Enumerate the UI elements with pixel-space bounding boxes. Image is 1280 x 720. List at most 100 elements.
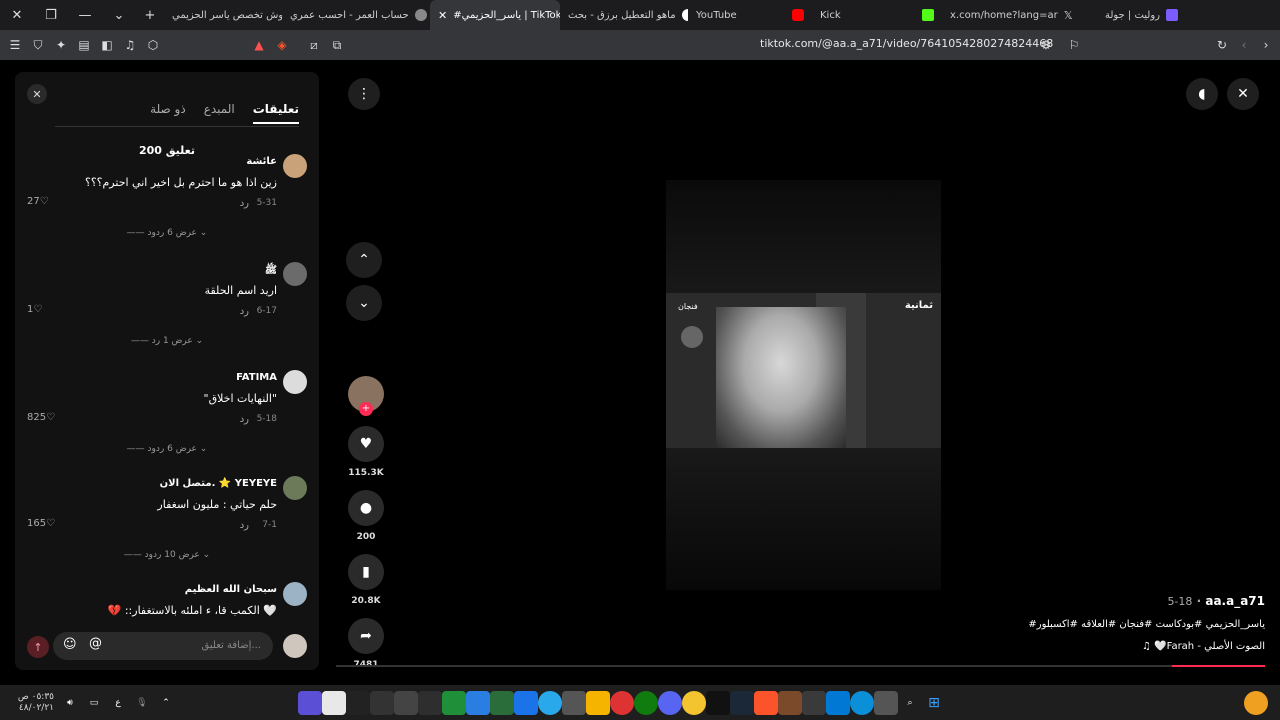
amd-icon[interactable]: [346, 690, 370, 715]
edge-icon[interactable]: [850, 690, 874, 715]
comment-author[interactable]: متصل الان. ⭐ 𝗬𝗘𝗬𝗘𝗬𝗘: [160, 478, 277, 489]
store-icon[interactable]: [826, 690, 850, 715]
app-icon[interactable]: [514, 690, 538, 715]
comment-author[interactable]: عائشة: [246, 156, 277, 167]
app-icon[interactable]: [466, 690, 490, 715]
excel-icon[interactable]: [442, 690, 466, 715]
reply-button[interactable]: رد: [240, 414, 249, 425]
close-window-icon[interactable]: ✕: [0, 0, 34, 30]
app-icon[interactable]: [562, 690, 586, 715]
close-tab-icon[interactable]: ✕: [438, 9, 447, 22]
app-icon[interactable]: [802, 690, 826, 715]
url-field[interactable]: tiktok.com/@aa.a_a71/video/7641054280274…: [760, 37, 1053, 50]
brave-icon[interactable]: [754, 690, 778, 715]
wallet-icon[interactable]: ▤: [73, 34, 95, 56]
reply-button[interactable]: رد: [240, 520, 249, 531]
screenshot-icon[interactable]: ⧄: [303, 34, 325, 56]
input-language[interactable]: ع: [106, 691, 130, 715]
comment-input[interactable]: ☺ @ إضافة تعليق...: [53, 632, 273, 660]
tab-3[interactable]: Kick: [812, 0, 942, 30]
view-replies[interactable]: —— عرض 10 ردود ⌄: [15, 550, 319, 560]
alert-icon[interactable]: ▲: [248, 34, 270, 56]
xbox-icon[interactable]: [634, 690, 658, 715]
music-icon[interactable]: ♫: [119, 34, 141, 56]
tab-1[interactable]: روليت | جولة: [1076, 0, 1186, 30]
view-replies[interactable]: —— عرض 1 رد ⌄: [15, 336, 319, 346]
more-options-icon[interactable]: ⋮: [348, 78, 380, 110]
back-icon[interactable]: ‹: [1233, 34, 1255, 56]
app-icon[interactable]: [418, 690, 442, 715]
like-count[interactable]: 825♡: [27, 412, 55, 423]
avatar[interactable]: [283, 262, 307, 286]
author-handle[interactable]: aa.a_a71: [1205, 594, 1265, 608]
bookmark-icon[interactable]: ⚐: [1063, 34, 1085, 56]
telegram-icon[interactable]: [538, 690, 562, 715]
site-settings-icon[interactable]: ⚙: [1035, 34, 1057, 56]
avatar[interactable]: [283, 476, 307, 500]
app-icon[interactable]: [610, 690, 634, 715]
microphone-icon[interactable]: 🎙︎: [130, 691, 154, 715]
tab-5[interactable]: ماهو التعطيل برزق - بحث: [560, 0, 688, 30]
search-icon[interactable]: ⌕: [898, 691, 922, 715]
video-sound[interactable]: ♫ 🤍Farah - الصوت الأصلي: [1142, 641, 1265, 652]
steam-icon[interactable]: [730, 690, 754, 715]
like-count[interactable]: 1♡: [27, 304, 42, 315]
minimize-window-icon[interactable]: —: [68, 0, 102, 30]
app-icon[interactable]: [370, 690, 394, 715]
taskbar-clock[interactable]: ٠٥:٣٥ ص ٤٨/٠٢/٢١: [4, 692, 54, 714]
app-icon[interactable]: [586, 690, 610, 715]
previous-video-button[interactable]: ⌃: [346, 242, 382, 278]
send-icon[interactable]: ↑: [27, 636, 49, 658]
video-player[interactable]: فنجان ثمانية: [666, 180, 941, 590]
video-caption[interactable]: #ياسر_الحزيمي #بودكاست #فنجان #العلاقه #…: [1028, 619, 1265, 630]
forward-icon[interactable]: ›: [1255, 34, 1277, 56]
next-video-button[interactable]: ⌄: [346, 285, 382, 321]
tab-4[interactable]: YouTube: [688, 0, 812, 30]
video-progress[interactable]: [336, 665, 1265, 667]
new-tab-icon[interactable]: +: [136, 0, 164, 30]
tray-chevron-icon[interactable]: ⌃: [154, 691, 178, 715]
avatar[interactable]: [283, 370, 307, 394]
app-icon[interactable]: [298, 690, 322, 715]
task-view-icon[interactable]: [874, 690, 898, 715]
app-icon[interactable]: [706, 690, 730, 715]
save-button[interactable]: ▮: [348, 554, 384, 590]
extensions-icon[interactable]: ✦: [50, 34, 72, 56]
like-count[interactable]: 27♡: [27, 196, 49, 207]
close-icon[interactable]: ✕: [1227, 78, 1259, 110]
shield-icon[interactable]: ⛉: [27, 34, 49, 56]
reply-button[interactable]: رد: [240, 306, 249, 317]
app-icon[interactable]: [490, 690, 514, 715]
sidebar-icon[interactable]: ◧: [96, 34, 118, 56]
comment-author[interactable]: ﷺ: [265, 264, 277, 278]
comment-button[interactable]: ●: [348, 490, 384, 526]
windows-start-icon[interactable]: ⊞: [922, 691, 946, 715]
brave-shield-icon[interactable]: ◈: [271, 34, 293, 56]
restore-window-icon[interactable]: ❐: [34, 0, 68, 30]
share-icon[interactable]: ⧉: [326, 34, 348, 56]
notepad-icon[interactable]: [322, 690, 346, 715]
like-button[interactable]: ♥: [348, 426, 384, 462]
tab-comments[interactable]: تعليقات: [252, 102, 299, 124]
tab-8[interactable]: وش تخصص ياسر الحزيمي: [164, 0, 282, 30]
tab-7[interactable]: حساب العمر - احسب عمري: [282, 0, 430, 30]
network-icon[interactable]: ▭: [82, 691, 106, 715]
tab-2[interactable]: x.com/home?lang=ar 𝕏: [942, 0, 1076, 30]
tab-related[interactable]: ذو صلة: [150, 102, 186, 124]
menu-icon[interactable]: ☰: [4, 34, 26, 56]
reply-button[interactable]: رد: [240, 198, 249, 209]
avatar[interactable]: [283, 154, 307, 178]
follow-icon[interactable]: +: [359, 402, 373, 416]
volume-icon[interactable]: ◖: [1186, 78, 1218, 110]
mention-icon[interactable]: @: [89, 636, 102, 651]
app-icon[interactable]: [778, 690, 802, 715]
view-replies[interactable]: —— عرض 6 ردود ⌄: [15, 444, 319, 454]
close-icon[interactable]: ✕: [27, 84, 47, 104]
creator-avatar[interactable]: +: [348, 376, 384, 416]
comment-author[interactable]: سبحان الله العظيم: [185, 584, 277, 595]
view-replies[interactable]: —— عرض 6 ردود ⌄: [15, 228, 319, 238]
tab-6-active[interactable]: ✕ #ياسر_الحزيمي | TikTok: [430, 0, 560, 30]
reload-icon[interactable]: ↻: [1211, 34, 1233, 56]
share-button[interactable]: ➦: [348, 618, 384, 654]
tab-creator[interactable]: المبدع: [204, 102, 235, 124]
